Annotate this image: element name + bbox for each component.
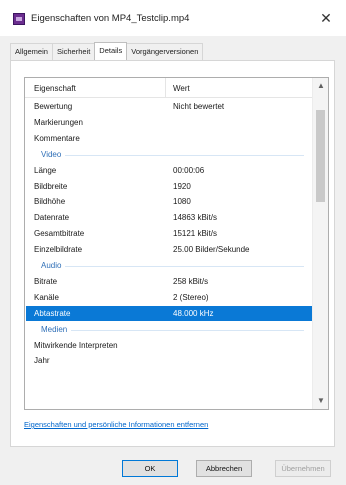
tab-sicherheit[interactable]: Sicherheit — [51, 43, 96, 60]
column-divider[interactable] — [165, 78, 166, 97]
list-header: Eigenschaft Wert — [25, 78, 312, 98]
group-label: Video — [41, 146, 66, 162]
column-header-value[interactable]: Wert — [173, 84, 190, 93]
property-name: Bildhöhe — [34, 197, 66, 207]
property-row[interactable]: Kanäle 2 (Stereo) — [26, 290, 312, 305]
vertical-scrollbar[interactable]: ▲ ▼ — [312, 78, 328, 409]
property-name: Abtastrate — [34, 308, 71, 318]
property-row[interactable]: Markierungen — [26, 115, 312, 130]
properties-list[interactable]: Eigenschaft Wert Bewertung Nicht bewertet… — [24, 77, 329, 410]
apply-button[interactable]: Übernehmen — [275, 460, 331, 477]
property-row[interactable]: Länge 00:00:06 — [26, 163, 312, 178]
video-file-icon — [13, 13, 25, 25]
property-name: Mitwirkende Interpreten — [34, 340, 118, 350]
property-value: 14863 kBit/s — [173, 213, 218, 223]
property-value: 25.00 Bilder/Sekunde — [173, 245, 250, 255]
group-label: Audio — [41, 258, 66, 273]
group-divider-line — [41, 266, 304, 267]
property-name: Bitrate — [34, 276, 58, 286]
property-name: Jahr — [34, 356, 50, 366]
property-name: Markierungen — [34, 117, 83, 127]
property-row[interactable]: Abtastrate 48.000 kHz — [26, 305, 312, 321]
cancel-button[interactable]: Abbrechen — [196, 460, 252, 477]
property-value: 2 (Stereo) — [173, 292, 209, 302]
scrollbar-thumb[interactable] — [316, 110, 325, 202]
property-value: 48.000 kHz — [173, 308, 214, 318]
property-name: Datenrate — [34, 213, 70, 223]
property-row[interactable]: Bitrate 258 kBit/s — [26, 274, 312, 289]
property-value: 00:00:06 — [173, 165, 205, 175]
group-header-video: Video — [26, 146, 312, 162]
group-label: Medien — [41, 321, 72, 337]
close-button[interactable]: ✕ — [316, 8, 336, 28]
ok-button[interactable]: OK — [122, 460, 178, 477]
remove-properties-link[interactable]: Eigenschaften und persönliche Informatio… — [24, 420, 208, 429]
property-row[interactable]: Bildbreite 1920 — [26, 179, 312, 194]
property-name: Kanäle — [34, 292, 59, 302]
property-value: 258 kBit/s — [173, 276, 209, 286]
property-name: Gesamtbitrate — [34, 229, 85, 239]
property-row[interactable]: Einzelbildrate 25.00 Bilder/Sekunde — [26, 242, 312, 257]
group-divider-line — [41, 154, 304, 156]
group-header-audio: Audio — [26, 258, 312, 273]
property-value: 1920 — [173, 181, 191, 191]
property-name: Kommentare — [34, 133, 80, 143]
property-name: Bewertung — [34, 102, 73, 111]
property-row[interactable]: Bewertung Nicht bewertet — [26, 99, 312, 114]
column-header-property[interactable]: Eigenschaft — [34, 84, 76, 93]
tab-details[interactable]: Details — [94, 42, 128, 60]
property-name: Einzelbildrate — [34, 245, 83, 255]
property-name: Bildbreite — [34, 181, 68, 191]
property-row[interactable]: Kommentare — [26, 131, 312, 146]
property-value: 15121 kBit/s — [173, 229, 218, 239]
property-row[interactable]: Bildhöhe 1080 — [26, 194, 312, 209]
property-row[interactable]: Gesamtbitrate 15121 kBit/s — [26, 226, 312, 241]
property-row[interactable]: Jahr — [26, 353, 312, 368]
title-bar: Eigenschaften von MP4_Testclip.mp4 ✕ — [0, 0, 346, 36]
tab-allgemein[interactable]: Allgemein — [10, 43, 53, 60]
group-header-medien: Medien — [26, 321, 312, 337]
property-value: 1080 — [173, 197, 191, 207]
property-name: Länge — [34, 165, 57, 175]
scroll-down-arrow-icon[interactable]: ▼ — [313, 393, 328, 409]
property-value: Nicht bewertet — [173, 102, 225, 111]
tab-strip: Allgemein Sicherheit Details Vorgängerve… — [10, 42, 204, 60]
scroll-up-arrow-icon[interactable]: ▲ — [313, 78, 328, 94]
property-row[interactable]: Mitwirkende Interpreten — [26, 338, 312, 353]
property-row[interactable]: Datenrate 14863 kBit/s — [26, 210, 312, 225]
window-title: Eigenschaften von MP4_Testclip.mp4 — [31, 13, 190, 24]
tab-vorgaengerversionen[interactable]: Vorgängerversionen — [126, 43, 204, 60]
group-divider-line — [41, 329, 304, 331]
